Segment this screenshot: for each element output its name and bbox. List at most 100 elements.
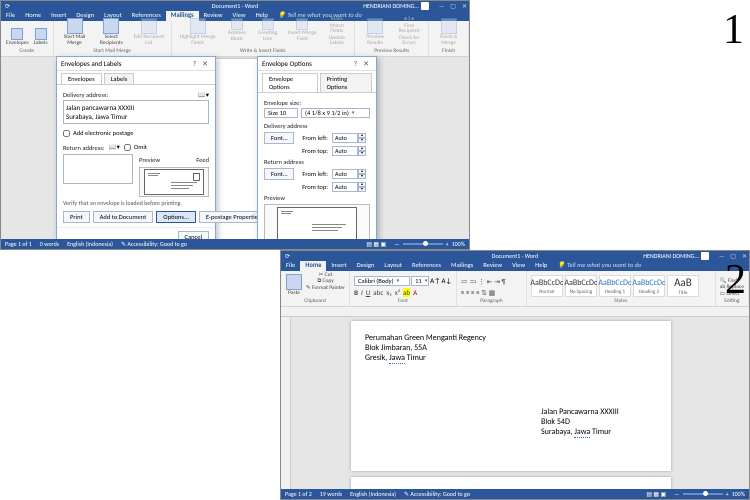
return-from-left-input[interactable]: ▴▾ xyxy=(332,169,366,179)
grow-font-icon[interactable]: A↑ xyxy=(430,276,440,286)
delivery-address-input[interactable]: Jalan pancawarna XXXIII Surabaya, Jawa T… xyxy=(63,100,209,124)
envelope-options-tab[interactable]: Envelope Options xyxy=(262,73,318,92)
envelope-preview[interactable] xyxy=(139,167,209,197)
dialog-help-icon[interactable]: ? xyxy=(190,59,199,68)
word-count-2[interactable]: 19 words xyxy=(320,490,342,498)
tab-help[interactable]: Help xyxy=(530,260,552,271)
zoom-control-2[interactable]: — + 100% xyxy=(674,490,745,498)
screenshot-2: ⟳ Document1 - Word HENDRIANI DOMING... —… xyxy=(280,250,750,500)
ribbon-tabs-2: File Home Insert Design Layout Reference… xyxy=(281,261,749,271)
tab-references[interactable]: References xyxy=(407,260,446,271)
return-section: Return address xyxy=(264,158,370,166)
dialog-close-icon[interactable]: ✕ xyxy=(199,59,211,68)
return-font-button[interactable]: Font... xyxy=(264,168,294,180)
address-book-icon[interactable]: 📖▾ xyxy=(198,91,209,99)
bold-button[interactable]: B xyxy=(354,288,358,297)
align-buttons[interactable]: ≡ ≡ ≡ ≡ ⇅ ▦ xyxy=(461,288,495,297)
return-address-input[interactable] xyxy=(63,154,133,184)
close-button[interactable]: ✕ xyxy=(462,2,467,10)
superscript-button[interactable]: x² xyxy=(395,288,400,297)
paste-button[interactable]: Paste xyxy=(285,273,303,298)
delivery-from-top-input[interactable]: ▴▾ xyxy=(332,146,366,156)
tell-me-2[interactable]: 💡 Tell me what you want to do xyxy=(552,260,646,271)
vertical-ruler[interactable] xyxy=(281,317,291,489)
style-no-spacing[interactable]: AaBbCcDcNo Spacing xyxy=(565,275,597,297)
omit-checkbox[interactable] xyxy=(124,144,131,151)
accessibility-status-2[interactable]: ✎ Accessibility: Good to go xyxy=(404,490,470,498)
min-button[interactable]: — xyxy=(719,252,724,260)
accessibility-status[interactable]: ✎ Accessibility: Good to go xyxy=(121,240,187,248)
envelope-size-select[interactable]: Size 10 xyxy=(264,108,298,118)
tab-home[interactable]: Home xyxy=(20,10,46,21)
envelope-page[interactable]: Perumahan Green Menganti Regency Blok Ji… xyxy=(351,321,671,471)
document-page-2[interactable] xyxy=(351,477,671,489)
list-buttons[interactable]: ≔ ≕ ⋮ ⇤ ⇥ ¶ xyxy=(461,277,506,286)
labels-tab[interactable]: Labels xyxy=(104,73,135,84)
select-recipients-button[interactable]: Select Recipients xyxy=(94,17,128,47)
zoom-control[interactable]: — + 100% xyxy=(394,240,465,248)
rules-button: Rules xyxy=(323,17,350,23)
underline-button[interactable]: U xyxy=(366,288,371,297)
page-status[interactable]: Page 1 of 1 xyxy=(5,240,32,248)
user-account-2[interactable]: HENDRIANI DOMING... xyxy=(643,252,709,260)
tab-insert[interactable]: Insert xyxy=(326,260,351,271)
style-title[interactable]: AaBTitle xyxy=(667,275,699,297)
tab-file[interactable]: File xyxy=(1,10,20,21)
user-account[interactable]: HENDRIANI DOMING... xyxy=(363,2,429,10)
word-count[interactable]: 0 words xyxy=(40,240,59,248)
max-button[interactable]: ▢ xyxy=(450,2,456,10)
view-buttons-2[interactable]: ▤ ▦ ▣ xyxy=(646,490,666,498)
return-book-icon[interactable]: 📖▾ xyxy=(109,143,120,151)
add-to-document-button[interactable]: Add to Document xyxy=(93,211,154,223)
tab-layout[interactable]: Layout xyxy=(379,260,407,271)
text-highlight-button[interactable]: ab xyxy=(403,288,410,297)
start-mail-merge-button[interactable]: Start Mail Merge xyxy=(58,17,92,47)
styles-gallery[interactable]: AaBbCcDcNormal AaBbCcDcNo Spacing AaBbCc… xyxy=(531,275,699,297)
highlight-fields-button: Highlight Merge Fields xyxy=(176,17,220,47)
title-bar-2: ⟳ Document1 - Word HENDRIANI DOMING... —… xyxy=(281,251,749,261)
tab-design[interactable]: Design xyxy=(352,260,380,271)
avatar xyxy=(421,2,429,10)
options-button[interactable]: Options... xyxy=(156,211,196,223)
format-painter-button[interactable]: ✎ Format Painter xyxy=(306,286,345,292)
horizontal-ruler[interactable] xyxy=(281,307,749,317)
tab-file[interactable]: File xyxy=(281,260,300,271)
print-button[interactable]: Print xyxy=(63,211,90,223)
verify-hint: Verify that an envelope is loaded before… xyxy=(63,199,209,207)
status-bar: Page 1 of 1 0 words English (Indonesia) … xyxy=(1,239,469,249)
tab-view[interactable]: View xyxy=(507,260,530,271)
language-status-2[interactable]: English (Indonesia) xyxy=(350,490,396,498)
strike-button[interactable]: abc xyxy=(373,288,383,297)
envelopes-button[interactable]: Envelopes xyxy=(5,27,30,48)
language-status[interactable]: English (Indonesia) xyxy=(67,240,113,248)
tab-review[interactable]: Review xyxy=(478,260,507,271)
labels-button[interactable]: Labels xyxy=(33,27,49,48)
delivery-font-button[interactable]: Font... xyxy=(264,132,294,144)
envelope-dim-select[interactable]: (4 1/8 x 9 1/2 in)▾ xyxy=(301,108,370,118)
options-help-icon[interactable]: ? xyxy=(351,59,360,68)
style-normal[interactable]: AaBbCcDcNormal xyxy=(531,275,563,297)
return-from-top-input[interactable]: ▴▾ xyxy=(332,182,366,192)
document-title: Document1 - Word xyxy=(212,2,258,10)
tab-mailings[interactable]: Mailings xyxy=(446,260,478,271)
shrink-font-icon[interactable]: A↓ xyxy=(441,276,451,286)
delivery-from-left-input[interactable]: ▴▾ xyxy=(332,133,366,143)
style-heading-2[interactable]: AaBbCcDcHeading 2 xyxy=(633,275,665,297)
subscript-button[interactable]: x₂ xyxy=(386,288,391,297)
font-size-select[interactable]: 11▾ xyxy=(411,276,429,286)
tab-home[interactable]: Home xyxy=(300,260,326,271)
ribbon-mailings: Envelopes Labels Create Start Mail Merge… xyxy=(1,21,469,57)
min-button[interactable]: — xyxy=(439,2,444,10)
view-buttons[interactable]: ▤ ▦ ▣ xyxy=(366,240,386,248)
font-name-select[interactable]: Calibri (Body)▾ xyxy=(354,276,410,286)
group-create: Create xyxy=(5,48,49,54)
delivery-address-label: Delivery address: xyxy=(63,91,108,99)
options-close-icon[interactable]: ✕ xyxy=(360,59,372,68)
page-status-2[interactable]: Page 1 of 2 xyxy=(285,490,312,498)
style-heading-1[interactable]: AaBbCcDcHeading 1 xyxy=(599,275,631,297)
font-color-button[interactable]: A xyxy=(413,288,417,297)
envelopes-tab[interactable]: Envelopes xyxy=(61,73,102,84)
electronic-postage-checkbox[interactable] xyxy=(63,130,70,137)
printing-options-tab[interactable]: Printing Options xyxy=(320,73,372,92)
italic-button[interactable]: I xyxy=(361,288,363,297)
